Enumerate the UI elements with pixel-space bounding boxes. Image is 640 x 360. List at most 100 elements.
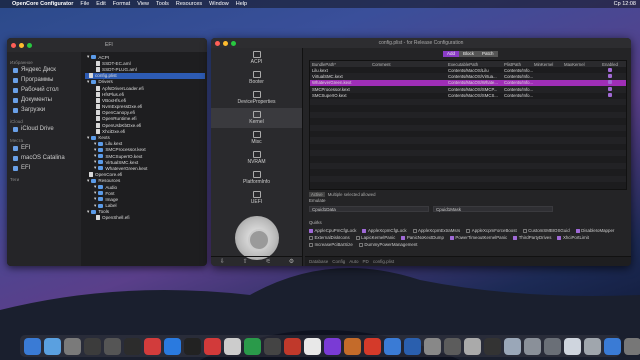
- dock-app-icon[interactable]: [304, 337, 321, 355]
- dock-app-icon[interactable]: [424, 337, 441, 355]
- export-icon[interactable]: ⇧: [243, 258, 248, 265]
- dock-app-icon[interactable]: [164, 337, 181, 355]
- enabled-checkbox[interactable]: [608, 80, 612, 85]
- dock-app-icon[interactable]: [344, 337, 361, 355]
- dock-app-icon[interactable]: [244, 337, 261, 355]
- active-button[interactable]: Active: [309, 191, 325, 197]
- menu-item-help[interactable]: Help: [236, 1, 247, 7]
- sidebar-item[interactable]: macOS Catalina: [10, 153, 78, 163]
- quirk-item[interactable]: PanicNoKextDump: [401, 235, 444, 240]
- menu-item-edit[interactable]: Edit: [96, 1, 105, 7]
- quirk-item[interactable]: IncreasePciBarSize: [309, 242, 353, 247]
- dock-app-icon[interactable]: [264, 337, 281, 355]
- emulate-field[interactable]: Cpuid1Data: [309, 206, 429, 212]
- dock-app-icon[interactable]: [564, 337, 581, 355]
- dock-app-icon[interactable]: [484, 337, 501, 355]
- quirk-checkbox[interactable]: [355, 235, 360, 240]
- enabled-checkbox[interactable]: [608, 67, 612, 72]
- column-header[interactable]: ExecutablePath: [448, 62, 504, 67]
- tab-add[interactable]: Add: [443, 51, 460, 57]
- tab-block[interactable]: Block: [459, 51, 479, 57]
- quirk-checkbox[interactable]: [362, 228, 367, 233]
- menu-item-format[interactable]: Format: [113, 1, 130, 7]
- menu-item-file[interactable]: File: [80, 1, 89, 7]
- quirk-item[interactable]: PowerTimeoutKernelPanic: [449, 235, 507, 240]
- quirk-item[interactable]: ExternalDiskIcons: [309, 235, 350, 240]
- column-header[interactable]: BundlePath*: [310, 62, 372, 67]
- dock-app-icon[interactable]: [324, 337, 341, 355]
- enabled-checkbox[interactable]: [608, 86, 612, 91]
- tab-patch[interactable]: Patch: [478, 51, 498, 57]
- sidebar-item[interactable]: iCloud Drive: [10, 124, 78, 134]
- minimize-button[interactable]: [19, 42, 24, 48]
- column-header[interactable]: PlistPath: [504, 62, 534, 67]
- dock-app-icon[interactable]: [604, 337, 621, 355]
- import-icon[interactable]: ⇩: [220, 258, 225, 265]
- zoom-button[interactable]: [231, 40, 236, 46]
- status-item[interactable]: Auto: [349, 259, 358, 264]
- menu-item-view[interactable]: View: [137, 1, 149, 7]
- app-menu[interactable]: OpenCore Configurator: [12, 1, 73, 7]
- enabled-checkbox[interactable]: [608, 93, 612, 98]
- settings-icon[interactable]: ⚙: [289, 258, 294, 265]
- quirk-checkbox[interactable]: [309, 235, 313, 240]
- dock-app-icon[interactable]: [364, 337, 381, 355]
- dock-app-icon[interactable]: [24, 337, 41, 355]
- column-header[interactable]: MaxKernel: [564, 62, 600, 67]
- quirk-item[interactable]: XhciPortLimit: [557, 235, 589, 240]
- column-header[interactable]: MinKernel: [534, 62, 564, 67]
- clock[interactable]: Ср 12:08: [614, 1, 636, 7]
- nav-item-uefi[interactable]: UEFI: [211, 188, 302, 208]
- close-button[interactable]: [11, 42, 16, 48]
- file-row[interactable]: OpenShell.efi: [85, 215, 205, 221]
- dock-app-icon[interactable]: [44, 337, 61, 355]
- emulate-field[interactable]: Cpuid1Mask: [433, 206, 553, 212]
- sidebar-item[interactable]: Программы: [10, 75, 78, 85]
- status-item[interactable]: Database: [309, 259, 328, 264]
- quirk-item[interactable]: AppleXcpmExtraMsrs: [412, 228, 460, 233]
- menu-item-resources[interactable]: Resources: [176, 1, 202, 7]
- dock-app-icon[interactable]: [444, 337, 461, 355]
- status-item[interactable]: PD: [363, 259, 369, 264]
- dock-app-icon[interactable]: [504, 337, 521, 355]
- sidebar-item[interactable]: EFI: [10, 163, 78, 173]
- quirk-checkbox[interactable]: [358, 242, 363, 247]
- nav-item-nvram[interactable]: NVRAM: [211, 148, 302, 168]
- enabled-checkbox[interactable]: [608, 74, 612, 79]
- dock-app-icon[interactable]: [624, 337, 640, 355]
- dock-app-icon[interactable]: [144, 337, 161, 355]
- status-item[interactable]: Config: [332, 259, 345, 264]
- quirk-checkbox[interactable]: [522, 228, 527, 233]
- quirk-item[interactable]: DisableIoMapper: [575, 228, 614, 233]
- close-button[interactable]: [215, 40, 220, 46]
- zoom-button[interactable]: [27, 42, 32, 48]
- dock-app-icon[interactable]: [544, 337, 561, 355]
- enabled-cell[interactable]: [600, 93, 620, 98]
- dock-app-icon[interactable]: [224, 337, 241, 355]
- enabled-cell[interactable]: [600, 86, 620, 92]
- quirk-checkbox[interactable]: [309, 242, 313, 247]
- menu-item-window[interactable]: Window: [209, 1, 229, 7]
- minimize-button[interactable]: [223, 40, 228, 46]
- quirk-checkbox[interactable]: [412, 228, 417, 233]
- nav-item-acpi[interactable]: ACPI: [211, 48, 302, 68]
- share-icon[interactable]: ⚟: [266, 258, 271, 265]
- quirk-checkbox[interactable]: [513, 235, 518, 240]
- dock-app-icon[interactable]: [124, 337, 141, 355]
- quirk-item[interactable]: ThirdPartyDrives: [513, 235, 551, 240]
- nav-item-platforminfo[interactable]: PlatformInfo: [211, 168, 302, 188]
- nav-item-kernel[interactable]: Kernel: [211, 108, 302, 128]
- dock-app-icon[interactable]: [64, 337, 81, 355]
- dock-app-icon[interactable]: [104, 337, 121, 355]
- nav-item-booter[interactable]: Booter: [211, 68, 302, 88]
- quirk-item[interactable]: AppleCpuPmCfgLock: [309, 228, 356, 233]
- quirk-checkbox[interactable]: [557, 235, 562, 240]
- dock-app-icon[interactable]: [384, 337, 401, 355]
- dock-app-icon[interactable]: [464, 337, 481, 355]
- sidebar-item[interactable]: EFI: [10, 143, 78, 153]
- quirk-checkbox[interactable]: [449, 235, 454, 240]
- quirk-checkbox[interactable]: [401, 235, 406, 240]
- quirk-checkbox[interactable]: [575, 228, 580, 233]
- dock-app-icon[interactable]: [524, 337, 541, 355]
- quirk-item[interactable]: CustomSMBIOSGuid: [522, 228, 570, 233]
